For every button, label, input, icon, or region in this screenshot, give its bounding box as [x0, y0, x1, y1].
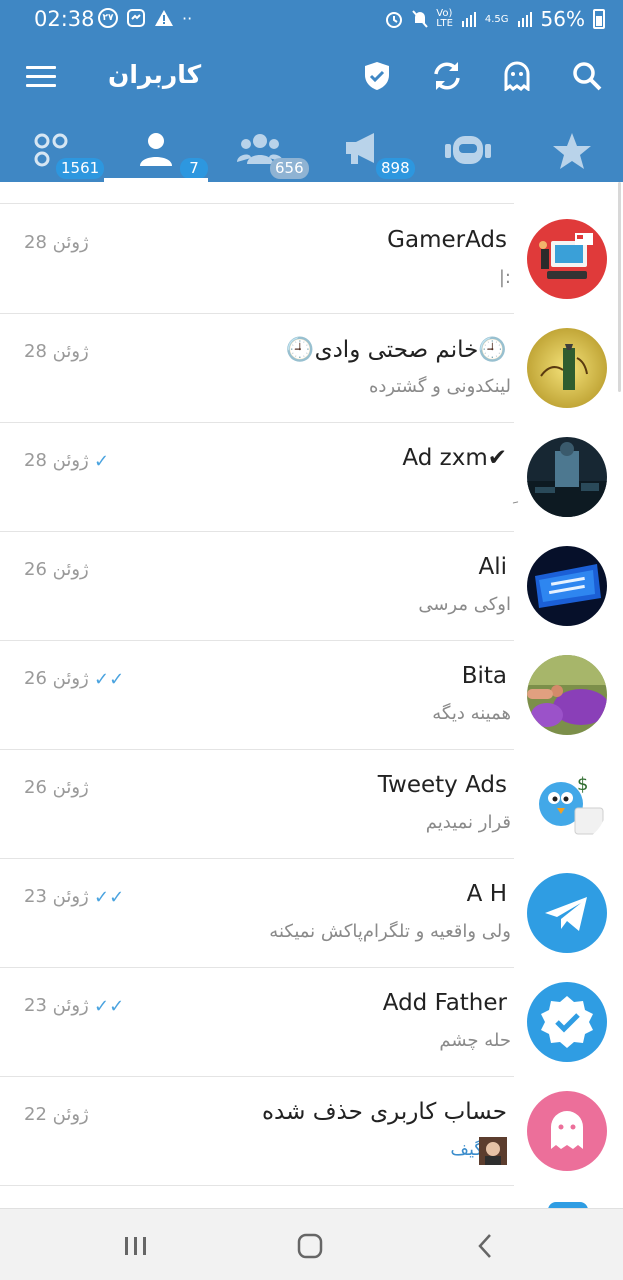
tab-users[interactable]: 7 [104, 120, 208, 182]
row-divider [0, 1185, 514, 1186]
alarm-icon [384, 9, 404, 29]
user-icon [138, 132, 174, 170]
chat-name: Bita [461, 663, 507, 689]
chat-row-add-father[interactable]: 23 ژوئن ✓✓ Add Father حله چشم [0, 968, 623, 1077]
status-left-icons: ۲۷ ·· [98, 8, 192, 28]
star-icon [552, 132, 592, 174]
chat-row-bita[interactable]: 26 ژوئن ✓✓ Bita همینه دیگه [0, 641, 623, 750]
sync-icon[interactable] [429, 58, 465, 94]
gif-thumbnail [479, 1137, 507, 1165]
search-icon[interactable] [569, 58, 605, 94]
chat-date: 26 ژوئن [24, 559, 89, 580]
chat-preview: :| [498, 267, 511, 288]
date-badge-icon: ۲۷ [98, 8, 118, 28]
chat-date: 28 ژوئن [24, 232, 89, 253]
folder-tabs: 1561 7 656 898 [0, 120, 623, 182]
tab-favorites[interactable] [520, 120, 623, 182]
chat-preview: حله چشم [439, 1030, 511, 1051]
chat-name: حساب کاربری حذف شده [261, 1099, 507, 1125]
tab-count: 656 [270, 158, 309, 179]
recent-apps-icon[interactable] [116, 1231, 156, 1261]
read-check-icon: ✓✓ [94, 996, 125, 1017]
chat-row-ad-zxm[interactable]: 28 ژوئن ✓ Ad zxm✔ ِ [0, 423, 623, 532]
tab-bots[interactable] [416, 120, 520, 182]
chat-date: 23 ژوئن [24, 995, 89, 1016]
avatar [527, 219, 607, 299]
system-nav-bar [0, 1208, 623, 1280]
avatar [527, 437, 607, 517]
chat-row-ali[interactable]: 26 ژوئن Ali اوکی مرسی [0, 532, 623, 641]
shield-check-icon[interactable] [359, 58, 395, 94]
chat-preview: قرار نمیدیم [425, 812, 511, 833]
chat-name: GamerAds [387, 227, 507, 253]
svg-text:$: $ [577, 774, 588, 795]
chat-name: A H [466, 881, 507, 907]
read-check-icon: ✓✓ [94, 669, 125, 690]
chat-name: Add Father [382, 990, 507, 1016]
battery-percent: 56% [540, 7, 585, 31]
avatar [527, 655, 607, 735]
home-icon[interactable] [290, 1231, 330, 1261]
messenger-icon [126, 8, 146, 28]
ghost-icon[interactable] [499, 58, 535, 94]
chat-row-tweety-ads[interactable]: 26 ژوئن Tweety Ads قرار نمیدیم $ [0, 750, 623, 859]
avatar [527, 546, 607, 626]
signal-icon-2 [517, 11, 533, 27]
chat-preview: اوکی مرسی [418, 594, 511, 615]
status-time: 02:38 [34, 7, 95, 31]
volte-icon: Vo) LTE [436, 8, 453, 29]
sent-check-icon: ✓ [94, 451, 110, 472]
avatar [527, 982, 607, 1062]
menu-icon[interactable] [26, 66, 56, 90]
tab-count: 1561 [56, 158, 105, 179]
tab-groups[interactable]: 656 [208, 120, 312, 182]
chat-name: Ad zxm✔ [402, 445, 507, 471]
list-top-divider [0, 182, 514, 204]
signal-icon [461, 11, 477, 27]
chat-name: 🕘خانم صحتی وادی🕘 [285, 337, 507, 363]
status-bar: 02:38 ۲۷ ·· Vo) LTE 4.5G 56% [0, 0, 623, 40]
tab-all[interactable]: 1561 [0, 120, 105, 182]
app-bar-actions [359, 58, 605, 94]
chat-name: Ali [478, 554, 507, 580]
chat-row-a-h[interactable]: 23 ژوئن ✓✓ A H ولی واقعیه و تلگرام‌پاکش … [0, 859, 623, 968]
mute-icon [412, 9, 429, 29]
more-notifications: ·· [182, 8, 193, 28]
chat-list[interactable]: 28 ژوئن GamerAds :| 28 ژوئن 🕘خانم صحتی و… [0, 182, 623, 1208]
chat-name: Tweety Ads [377, 772, 507, 798]
tab-count: 898 [376, 158, 415, 179]
bot-icon [443, 132, 493, 170]
chat-date: 26 ژوئن [24, 777, 89, 798]
chat-date: 23 ژوئن [24, 886, 89, 907]
chat-preview: ولی واقعیه و تلگرام‌پاکش نمیکنه [269, 921, 511, 942]
avatar [527, 873, 607, 953]
battery-icon [593, 9, 605, 29]
avatar [527, 1091, 607, 1171]
avatar: $ [527, 764, 607, 844]
chat-preview: همینه دیگه [432, 703, 511, 724]
tab-channels[interactable]: 898 [312, 120, 416, 182]
chat-row-deleted-account[interactable]: 22 ژوئن حساب کاربری حذف شده گیف [0, 1077, 623, 1186]
avatar [527, 328, 607, 408]
chat-date: 26 ژوئن [24, 668, 89, 689]
chat-date: 28 ژوئن [24, 341, 89, 362]
read-check-icon: ✓✓ [94, 887, 125, 908]
app-bar: کاربران [0, 40, 623, 120]
status-right-icons: Vo) LTE 4.5G 56% [384, 7, 605, 31]
network-type: 4.5G [484, 13, 509, 25]
back-icon[interactable] [465, 1231, 505, 1261]
chat-date: 22 ژوئن [24, 1104, 89, 1125]
chat-row-gamerads[interactable]: 28 ژوئن GamerAds :| [0, 205, 623, 314]
chat-preview: لینکدونی و گشترده [368, 376, 511, 397]
chat-date: 28 ژوئن [24, 450, 89, 471]
warning-icon [154, 8, 174, 28]
tab-count: 7 [180, 158, 208, 179]
chat-row-sehati[interactable]: 28 ژوئن 🕘خانم صحتی وادی🕘 لینکدونی و گشتر… [0, 314, 623, 423]
page-title: کاربران [108, 60, 202, 89]
